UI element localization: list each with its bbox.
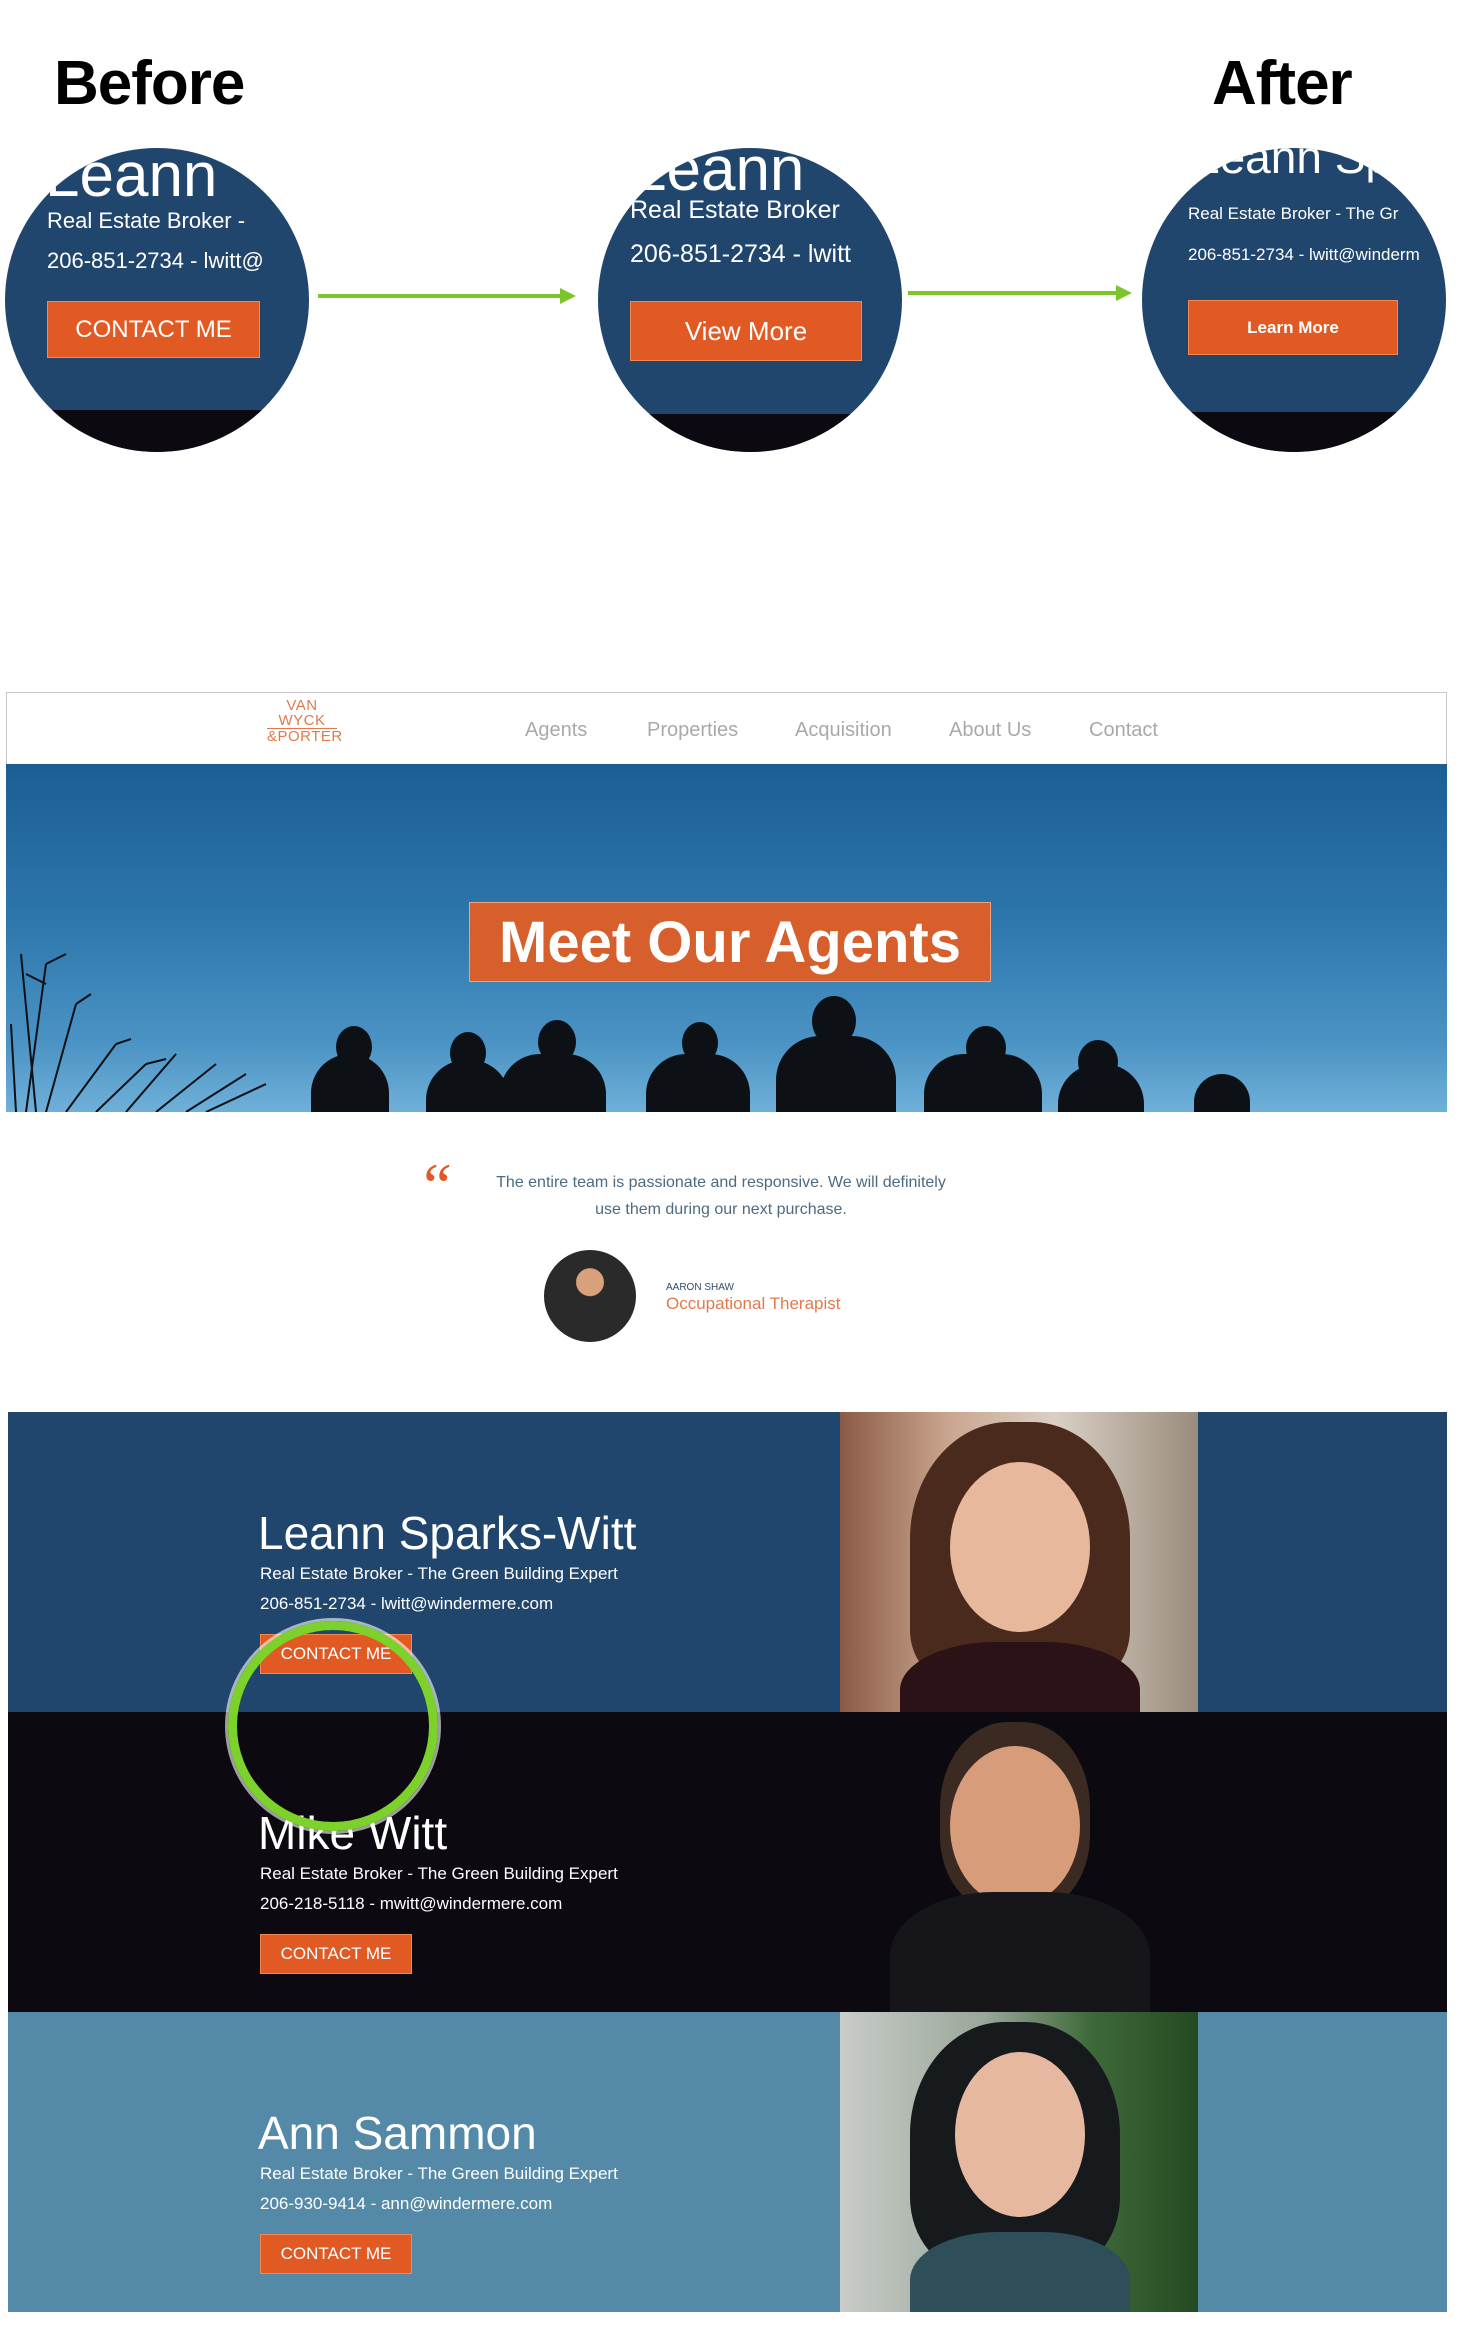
agent-photo (840, 1712, 1198, 2012)
learn-more-button[interactable]: Learn More (1188, 300, 1398, 355)
logo-line: &PORTER (267, 728, 343, 745)
person-silhouette (336, 1026, 372, 1068)
arrow-right (908, 285, 1132, 301)
hero-banner: Meet Our Agents (6, 764, 1447, 1112)
agent-photo (840, 2012, 1198, 2312)
person-silhouette (450, 1032, 486, 1074)
nav-contact[interactable]: Contact (1089, 719, 1158, 742)
arrow-right (318, 288, 576, 304)
agent-name-fragment: Leann (45, 148, 218, 210)
person-silhouette (538, 1020, 576, 1064)
before-label: Before (54, 49, 245, 118)
agent-photo (840, 1412, 1198, 1712)
highlight-ring (228, 1621, 438, 1831)
testimonial-quote: The entire team is passionate and respon… (496, 1174, 946, 1218)
dark-band (1142, 412, 1446, 452)
website-mockup: VAN WYCK &PORTER Agents Properties Acqui… (6, 692, 1447, 2316)
nav-agents[interactable]: Agents (525, 719, 587, 742)
agent-row-ann: Ann Sammon Real Estate Broker - The Gree… (8, 2012, 1447, 2312)
agent-contact: 206-851-2734 - lwitt@windermere.com (260, 1594, 554, 1613)
agent-name: Leann Sparks-Witt (258, 1507, 637, 1559)
person-silhouette (966, 1026, 1006, 1070)
person-silhouette (1078, 1040, 1118, 1084)
agent-title: Real Estate Broker - The Green Building … (260, 2164, 618, 2183)
agent-title: Real Estate Broker - The Green Building … (260, 1864, 618, 1883)
agent-title: Real Estate Broker - The Green Building … (260, 1564, 618, 1583)
agent-contact-line: 206-851-2734 - lwitt (630, 240, 851, 268)
agent-contact: 206-218-5118 - mwitt@windermere.com (260, 1894, 563, 1913)
agent-contact-line: 206-851-2734 - lwitt@ (47, 248, 264, 273)
view-more-button[interactable]: View More (630, 301, 862, 361)
agent-row-mike: Mike Witt Real Estate Broker - The Green… (8, 1712, 1447, 2012)
before-zoom-circle: Leann Real Estate Broker - 206-851-2734 … (5, 148, 309, 452)
contact-me-button[interactable]: CONTACT ME (260, 2234, 412, 2274)
testimonial-author: AARON SHAW (666, 1282, 734, 1293)
quote-icon: “ (417, 1150, 453, 1221)
person-silhouette (682, 1022, 718, 1064)
middle-zoom-circle: Leann Real Estate Broker 206-851-2734 - … (598, 148, 902, 452)
agent-title-line: Real Estate Broker - The Gr (1188, 204, 1399, 223)
person-silhouette (1194, 1074, 1250, 1112)
agent-row-leann: Leann Sparks-Witt Real Estate Broker - T… (8, 1412, 1447, 1712)
person-silhouette (776, 1036, 896, 1112)
avatar (544, 1250, 636, 1342)
dark-band (5, 410, 309, 452)
nav-acquisition[interactable]: Acquisition (795, 719, 892, 742)
person-silhouette (812, 996, 856, 1046)
testimonial-role: Occupational Therapist (666, 1294, 841, 1313)
hero-title: Meet Our Agents (469, 902, 991, 982)
agent-contact-line: 206-851-2734 - lwitt@winderm (1188, 245, 1420, 264)
nav-properties[interactable]: Properties (647, 719, 738, 742)
agent-name-fragment: Leann Sp (1194, 148, 1391, 183)
logo-line: VAN (286, 697, 318, 714)
contact-me-button[interactable]: CONTACT ME (260, 1934, 412, 1974)
after-label: After (1212, 49, 1353, 118)
contact-me-button[interactable]: CONTACT ME (47, 301, 260, 358)
navbar: VAN WYCK &PORTER Agents Properties Acqui… (6, 692, 1447, 764)
agent-contact: 206-930-9414 - ann@windermere.com (260, 2194, 553, 2213)
logo[interactable]: VAN WYCK &PORTER (267, 697, 343, 745)
after-zoom-circle: Leann Sp Real Estate Broker - The Gr 206… (1142, 148, 1446, 452)
logo-line: WYCK (278, 712, 326, 729)
agent-title-line: Real Estate Broker (630, 196, 840, 224)
agent-name: Ann Sammon (258, 2107, 537, 2159)
dark-band (598, 414, 902, 452)
nav-about-us[interactable]: About Us (949, 719, 1031, 742)
grass-silhouette (10, 953, 267, 1112)
agent-title-line: Real Estate Broker - (47, 208, 246, 233)
